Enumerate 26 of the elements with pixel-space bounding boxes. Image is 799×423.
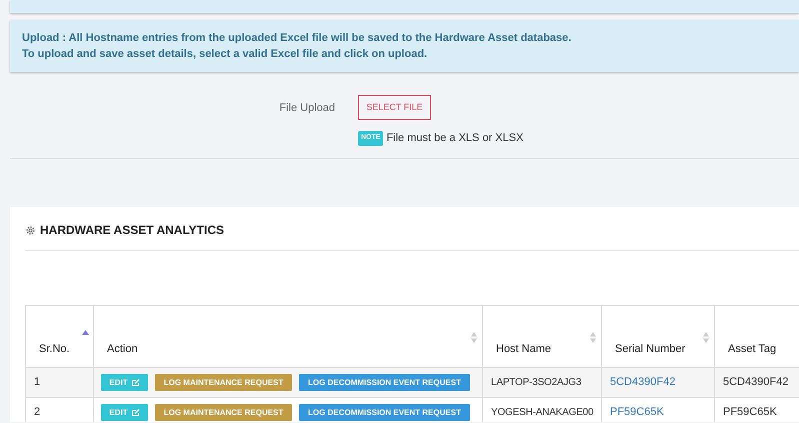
- sort-icon[interactable]: [703, 332, 709, 343]
- card-title: HARDWARE ASSET ANALYTICS: [40, 222, 224, 239]
- column-header[interactable]: Action: [107, 342, 138, 354]
- column-header[interactable]: Serial Number: [615, 342, 686, 354]
- info-text: Upload : All Hostname entries from the uploaded Excel file will be saved to the Hardware Asset database.: [22, 31, 572, 45]
- decommission-request-button[interactable]: LOG DECOMMISSION EVENT REQUEST: [299, 374, 470, 391]
- column-header[interactable]: Sr.No.: [39, 342, 70, 354]
- field-label: File Upload: [279, 101, 335, 116]
- host-name: LAPTOP-3SO2AJG3: [491, 377, 582, 388]
- info-text: To upload and save asset details, select a valid Excel file and click on upload.: [22, 47, 428, 61]
- select-file-button[interactable]: SELECT FILE: [358, 95, 431, 120]
- sort-ascending-icon[interactable]: [82, 330, 89, 335]
- column-header[interactable]: Asset Tag: [728, 342, 776, 354]
- edit-icon: [132, 409, 140, 416]
- row-number: 2: [34, 406, 40, 418]
- edit-icon: [132, 379, 140, 386]
- column-header[interactable]: Host Name: [496, 342, 552, 354]
- sort-icon[interactable]: [590, 332, 596, 343]
- maintenance-request-button[interactable]: LOG MAINTENANCE REQUEST: [155, 404, 292, 421]
- row-number: 1: [34, 376, 40, 388]
- settings-icon: [25, 224, 36, 236]
- note-text: File must be a XLS or XLSX: [386, 131, 524, 146]
- sort-icon[interactable]: [471, 332, 477, 343]
- host-name: YOGESH-ANAKAGE00: [491, 407, 594, 418]
- decommission-request-button[interactable]: LOG DECOMMISSION EVENT REQUEST: [299, 404, 470, 421]
- maintenance-request-button[interactable]: LOG MAINTENANCE REQUEST: [155, 374, 292, 391]
